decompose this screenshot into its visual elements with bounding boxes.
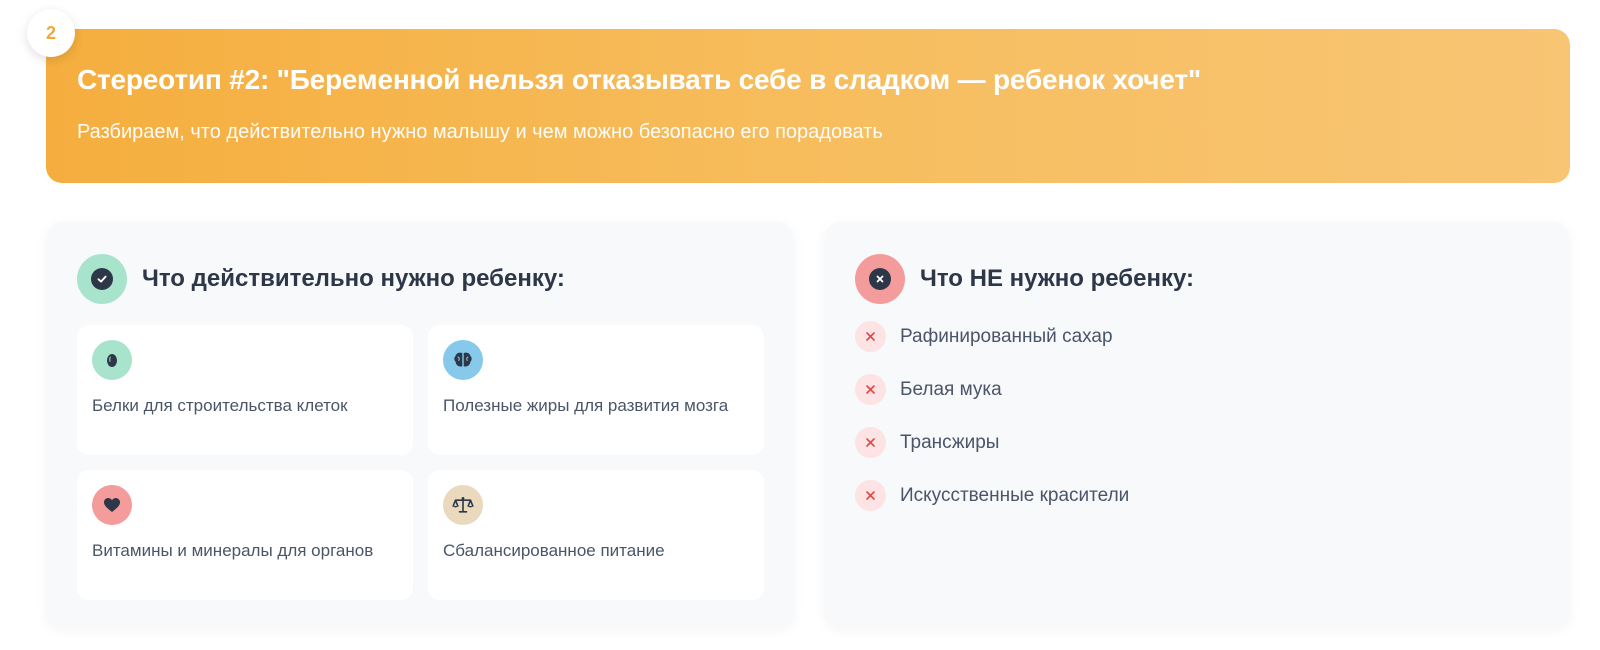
needed-card: Что действительно нужно ребенку: Белки д… xyxy=(46,222,794,629)
needed-item-label: Белки для строительства клеток xyxy=(92,396,348,415)
x-mark-icon xyxy=(855,321,886,352)
scale-balance-icon xyxy=(443,485,483,525)
needed-item-protein: Белки для строительства клеток xyxy=(77,325,413,455)
x-mark-icon xyxy=(855,374,886,405)
list-item: Рафинированный сахар xyxy=(855,321,1129,352)
list-item-label: Искусственные красители xyxy=(900,484,1130,506)
needed-card-header: Что действительно нужно ребенку: xyxy=(77,254,565,304)
list-item-label: Рафинированный сахар xyxy=(900,325,1113,347)
needed-item-label: Витамины и минералы для органов xyxy=(92,541,374,560)
needed-item-label: Сбалансированное питание xyxy=(443,541,665,560)
x-circle-icon xyxy=(855,254,905,304)
hero-subtitle: Разбираем, что действительно нужно малыш… xyxy=(77,121,883,143)
not-needed-card: Что НЕ нужно ребенку: Рафинированный сах… xyxy=(824,222,1570,629)
list-item-label: Трансжиры xyxy=(900,431,1000,453)
step-number-badge: 2 xyxy=(27,9,75,57)
list-item-label: Белая мука xyxy=(900,378,1002,400)
stereotype-section: 2 Стереотип #2: "Беременной нельзя отказ… xyxy=(0,0,1600,650)
egg-icon xyxy=(92,340,132,380)
needed-grid: Белки для строительства клеток Полезные … xyxy=(77,325,764,600)
not-needed-list: Рафинированный сахар Белая мука Трансжир… xyxy=(855,321,1129,533)
x-mark-icon xyxy=(855,480,886,511)
heart-icon xyxy=(92,485,132,525)
hero-title: Стереотип #2: "Беременной нельзя отказыв… xyxy=(77,64,1201,95)
check-circle-icon xyxy=(77,254,127,304)
list-item: Искусственные красители xyxy=(855,480,1129,511)
needed-card-title: Что действительно нужно ребенку: xyxy=(142,265,565,292)
needed-item-fats: Полезные жиры для развития мозга xyxy=(428,325,764,455)
not-needed-card-header: Что НЕ нужно ребенку: xyxy=(855,254,1194,304)
not-needed-card-title: Что НЕ нужно ребенку: xyxy=(920,265,1195,292)
list-item: Белая мука xyxy=(855,374,1129,405)
needed-item-label: Полезные жиры для развития мозга xyxy=(443,396,729,415)
needed-item-balanced: Сбалансированное питание xyxy=(428,470,764,600)
brain-icon xyxy=(443,340,483,380)
list-item: Трансжиры xyxy=(855,427,1129,458)
needed-item-vitamins: Витамины и минералы для органов xyxy=(77,470,413,600)
hero-banner: Стереотип #2: "Беременной нельзя отказыв… xyxy=(46,29,1570,183)
x-mark-icon xyxy=(855,427,886,458)
